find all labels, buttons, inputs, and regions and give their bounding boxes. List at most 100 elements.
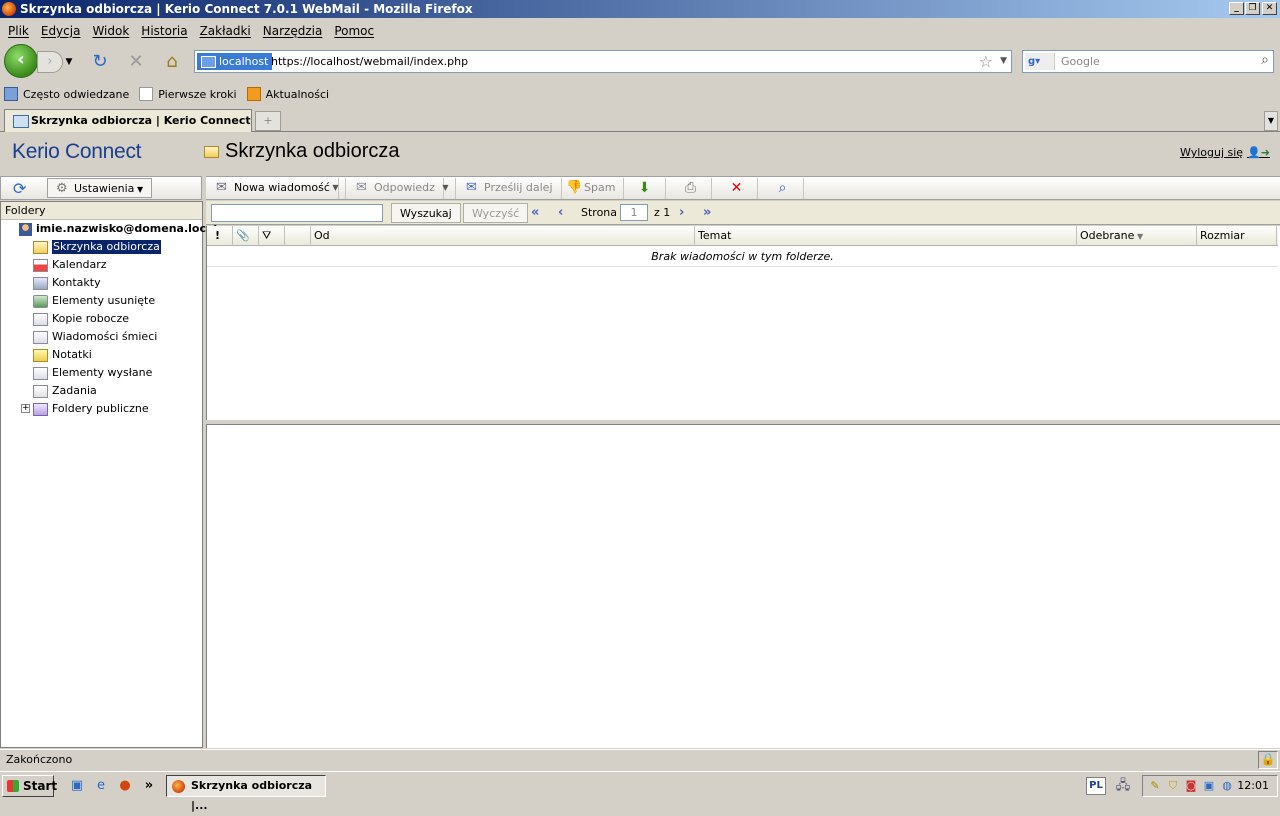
column-status[interactable] (285, 226, 311, 246)
bookmark-most-visited[interactable]: Często odwiedzane (4, 87, 129, 101)
folder-contacts[interactable]: Kontakty (33, 274, 101, 292)
move-icon[interactable]: ⬇ (624, 178, 666, 199)
column-subject[interactable]: Temat (695, 226, 1077, 246)
reload-icon[interactable]: ↻ (89, 51, 111, 73)
folder-drafts[interactable]: Kopie robocze (33, 310, 129, 328)
folder-inbox[interactable]: Skrzynka odbiorcza (33, 238, 161, 256)
url-dropdown-icon[interactable]: ▼ (1000, 51, 1007, 72)
reply-dropdown[interactable]: ▼ (436, 178, 456, 199)
menu-zakladki[interactable]: Zakładki (194, 24, 257, 38)
network-icon[interactable]: 🖧 (1114, 777, 1132, 795)
minimize-button[interactable]: _ (1229, 2, 1244, 15)
reply-button[interactable]: ✉ Odpowiedz (348, 178, 444, 199)
firefox-quicklaunch-icon[interactable]: ● (116, 777, 134, 795)
firefox-icon (2, 2, 16, 16)
menu-plik[interactable]: Plik (2, 24, 35, 38)
search-icon[interactable]: ⌕ (1261, 52, 1269, 68)
tray-app-icon[interactable]: ▣ (1201, 778, 1217, 794)
column-priority[interactable]: ! (207, 226, 233, 246)
calendar-icon (33, 258, 48, 272)
search-button[interactable]: Wyszukaj (391, 203, 461, 223)
page-title: Skrzynka odbiorcza (204, 140, 400, 163)
logout-link[interactable]: Wyloguj się 👤➜ (1180, 146, 1270, 159)
history-dropdown-icon[interactable]: ▼ (62, 51, 76, 73)
folder-calendar[interactable]: Kalendarz (33, 256, 107, 274)
settings-button[interactable]: ⚙ Ustawienia ▼ (47, 178, 153, 198)
forward-button[interactable]: › (37, 51, 63, 73)
column-flag[interactable]: ⛛ (259, 226, 285, 246)
first-page-icon[interactable]: « (531, 204, 539, 222)
last-page-icon[interactable]: » (703, 204, 711, 222)
folder-junk[interactable]: Wiadomości śmieci (33, 328, 157, 346)
button-label: Spam (584, 181, 616, 194)
restore-button[interactable]: ❐ (1245, 2, 1260, 15)
search-bar[interactable]: g▾ Google ⌕ (1022, 50, 1274, 73)
forward-message-button[interactable]: ✉ Prześlij dalej (458, 178, 562, 199)
kerio-logo: Kerio Connect (12, 140, 142, 163)
logout-icon: 👤➜ (1247, 146, 1270, 159)
column-attachment[interactable]: 📎 (233, 226, 259, 246)
menu-bar: Plik Edycja Widok Historia Zakładki Narz… (0, 20, 1280, 41)
menu-widok[interactable]: Widok (86, 24, 135, 38)
folder-label: Skrzynka odbiorcza (52, 240, 161, 254)
search-input[interactable]: Google (1061, 53, 1100, 70)
tray-tool-icon[interactable]: ✎ (1147, 778, 1163, 794)
new-message-button[interactable]: ✉ Nowa wiadomość (208, 178, 339, 199)
tab-inbox[interactable]: Skrzynka odbiorcza | Kerio Connect ... (4, 109, 252, 149)
previous-page-icon[interactable]: ‹ (558, 204, 563, 222)
folder-label: Elementy usunięte (52, 294, 156, 307)
bookmark-news[interactable]: Aktualności (246, 87, 329, 101)
folder-label: Zadania (52, 384, 97, 397)
clear-button[interactable]: Wyczyść (463, 203, 529, 223)
quicklaunch-more-icon[interactable]: » (140, 777, 158, 795)
folder-notes[interactable]: Notatki (33, 346, 92, 364)
url-text[interactable]: https://localhost/webmail/index.php (271, 53, 468, 70)
internet-explorer-icon[interactable]: e (92, 777, 110, 795)
menu-pomoc[interactable]: Pomoc (328, 24, 380, 38)
rss-icon (246, 87, 261, 101)
new-message-dropdown[interactable]: ▼ (326, 178, 346, 199)
stop-icon[interactable]: ✕ (125, 51, 147, 73)
message-search-input[interactable] (211, 204, 383, 222)
folder-label: Kopie robocze (52, 312, 130, 325)
tray-alert-icon[interactable]: ◙ (1183, 778, 1199, 794)
menu-narzedzia[interactable]: Narzędzia (257, 24, 329, 38)
start-button[interactable]: Start (2, 775, 57, 797)
column-size[interactable]: Rozmiar (1197, 226, 1277, 246)
expand-icon[interactable]: + (21, 404, 30, 413)
page-number-input[interactable]: 1 (620, 204, 648, 221)
print-icon[interactable]: ⎙ (670, 178, 712, 199)
column-received[interactable]: Odebrane ▼ (1077, 226, 1197, 246)
bookmark-getting-started[interactable]: Pierwsze kroki (139, 87, 237, 101)
show-desktop-icon[interactable]: ▣ (68, 777, 86, 795)
bookmark-star-icon[interactable]: ☆ (979, 51, 993, 72)
search-engine-google-icon[interactable]: g▾ (1025, 53, 1055, 70)
folder-tasks[interactable]: Zadania (33, 382, 97, 400)
home-icon[interactable]: ⌂ (161, 51, 183, 73)
tray-globe-icon[interactable]: ◍ (1219, 778, 1235, 794)
close-window-button[interactable]: ✕ (1262, 2, 1277, 15)
message-list: ! 📎 ⛛ Od Temat Odebrane ▼ Rozmiar Brak w… (206, 226, 1280, 420)
logout-label: Wyloguj się (1180, 146, 1244, 159)
refresh-icon[interactable]: ⟳ (13, 179, 26, 198)
language-indicator[interactable]: PL (1086, 777, 1106, 795)
site-identity-button[interactable]: localhost (197, 53, 273, 70)
folder-deleted[interactable]: Elementy usunięte (33, 292, 155, 310)
tab-list-button[interactable]: ▼ (1264, 111, 1278, 131)
url-bar[interactable]: localhost https://localhost/webmail/inde… (194, 50, 1012, 73)
next-page-icon[interactable]: › (679, 204, 684, 222)
lock-icon[interactable]: 🔒 (1258, 751, 1278, 769)
menu-historia[interactable]: Historia (135, 24, 193, 38)
delete-icon[interactable]: ✕ (716, 178, 758, 199)
new-tab-button[interactable]: + (255, 111, 281, 131)
taskbar-item-firefox[interactable]: Skrzynka odbiorcza |... (166, 775, 326, 812)
folder-public[interactable]: Foldery publiczne (33, 400, 149, 418)
security-shield-icon[interactable]: ⛉ (1165, 778, 1181, 794)
menu-edycja[interactable]: Edycja (35, 24, 87, 38)
spam-button[interactable]: 👎 Spam (558, 178, 625, 199)
folder-sent[interactable]: Elementy wysłane (33, 364, 152, 382)
column-from[interactable]: Od (311, 226, 695, 246)
account-node[interactable]: imie.nazwisko@domena.local (19, 220, 217, 238)
search-icon[interactable]: ⌕ (762, 178, 804, 199)
back-button[interactable]: ‹ (4, 44, 38, 78)
